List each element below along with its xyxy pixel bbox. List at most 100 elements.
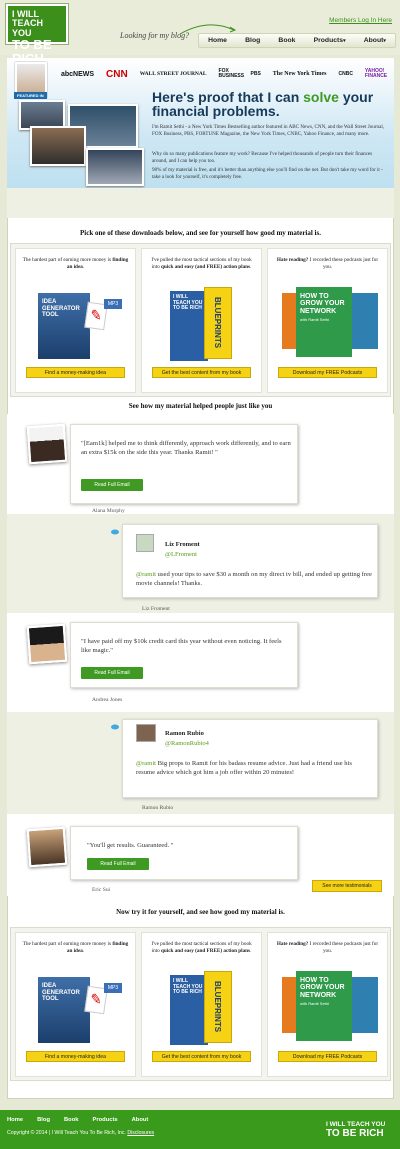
testimonial-quote: "[Eam1k] helped me to think differently,… [81, 440, 291, 457]
find-idea-button[interactable]: Find a money-making idea [26, 367, 125, 378]
download-card-book: I've pulled the most tactical sections o… [141, 932, 262, 1077]
footer-nav-about[interactable]: About [132, 1117, 149, 1123]
podcasts-button[interactable]: Download my FREE Podcasts [278, 1051, 377, 1062]
avatar-alana [26, 423, 68, 465]
download-card-podcast: Hate reading? I recorded these podcasts … [267, 932, 388, 1077]
footer-logo[interactable]: I WILL TEACH YOU TO BE RICH [326, 1121, 392, 1139]
press-paragraph-1: I'm Ramit Sethi - a New York Times Bests… [152, 124, 385, 137]
testimonial-name: Alana Murphy [92, 508, 125, 514]
divider-band [7, 188, 394, 218]
footer-nav-products[interactable]: Products [93, 1117, 118, 1123]
tweet-handle-link[interactable]: @LFroment [165, 551, 197, 558]
chevron-down-icon: ▾ [383, 38, 386, 44]
headline-accent: solve [303, 89, 339, 105]
download-card-idea: The hardest part of earning more money i… [15, 248, 136, 393]
copyright-text: Copyright © 2014 | I Will Teach You To B… [7, 1130, 126, 1136]
downloads-title-bottom: Now try it for yourself, and see how goo… [116, 908, 285, 916]
twitter-bird-icon [111, 529, 119, 535]
testimonial-name: Ramon Rubio [142, 805, 174, 811]
read-full-email-button[interactable]: Read Full Email [81, 667, 143, 679]
testimonial-name: Liz Froment [142, 606, 170, 612]
nav-blog[interactable]: Blog [245, 37, 260, 44]
cnbc-logo: CNBC [338, 71, 353, 77]
press-paragraph-3: 98% of my material is free, and it's bet… [152, 167, 383, 180]
download-text: The hardest part of earning more money i… [22, 941, 129, 954]
mention-link[interactable]: @ramit [136, 760, 156, 767]
nyt-logo: The New York Times [272, 71, 327, 77]
press-photo-4 [86, 148, 144, 186]
testimonial-name: Andrea Jones [92, 697, 123, 703]
downloads-title-top: Pick one of these downloads below, and s… [80, 229, 321, 237]
press-photo-3 [30, 126, 86, 166]
testimonial-quote: "You'll get results. Guaranteed. " [87, 842, 174, 849]
testimonial-name: Eric Sui [92, 887, 111, 893]
download-text: Hate reading? I recorded these podcasts … [276, 941, 379, 954]
download-text: I've pulled the most tactical sections o… [151, 257, 252, 270]
testimonial-quote: "I have paid off my $10k credit card thi… [81, 638, 282, 655]
main-nav: Home Blog Book Products▾ About▾ [198, 33, 396, 48]
mp3-badge: MP3 [104, 983, 122, 993]
chevron-down-icon: ▾ [343, 38, 346, 44]
copyright: Copyright © 2014 | I Will Teach You To B… [7, 1130, 154, 1136]
testimonial-card: "You'll get results. Guaranteed. " Read … [70, 826, 298, 880]
avatar-andrea [26, 623, 68, 665]
book-content-button[interactable]: Get the best content from my book [152, 367, 251, 378]
footer-nav-home[interactable]: Home [7, 1117, 23, 1123]
download-card-idea: The hardest part of earning more money i… [15, 932, 136, 1077]
fox-business-logo: FOX BUSINESS [218, 68, 245, 79]
members-login-link[interactable]: Members Log In Here [329, 17, 392, 24]
download-text: I've pulled the most tactical sections o… [151, 941, 252, 954]
footer-nav-blog[interactable]: Blog [37, 1117, 50, 1123]
tweet-handle-link[interactable]: @RamonRubio4 [165, 740, 209, 747]
nav-about-label: About [363, 37, 384, 44]
proof-headline: Here's proof that I can solve your finan… [152, 90, 388, 118]
nav-products-label: Products [313, 37, 344, 44]
nav-book[interactable]: Book [278, 37, 295, 44]
nav-about[interactable]: About▾ [364, 37, 386, 44]
footer-logo-line2: TO BE RICH [326, 1127, 384, 1139]
press-logos: abcNEWS CNN WALL STREET JOURNAL FOX BUSI… [55, 63, 393, 85]
footer-nav-book[interactable]: Book [64, 1117, 79, 1123]
footer-nav: Home Blog Book Products About [7, 1117, 148, 1123]
footer: Home Blog Book Products About Copyright … [0, 1110, 400, 1149]
twitter-bird-icon [111, 724, 119, 730]
nav-products[interactable]: Products▾ [314, 37, 346, 44]
see-more-testimonials-button[interactable]: See more testimonials [312, 880, 382, 892]
tweet-avatar [136, 724, 156, 742]
book-content-button[interactable]: Get the best content from my book [152, 1051, 251, 1062]
yahoo-finance-logo: YAHOO! FINANCE [364, 68, 388, 79]
tweet-card: Liz Froment @LFroment @ramit used your t… [122, 524, 378, 598]
download-card-podcast: Hate reading? I recorded these podcasts … [267, 248, 388, 393]
blueprints-cover: BLUEPRINTS [204, 971, 232, 1043]
tweet-display-name: Liz Froment [165, 541, 200, 548]
find-idea-button[interactable]: Find a money-making idea [26, 1051, 125, 1062]
tweet-text: @ramit Big props to Ramit for his badass… [136, 760, 352, 777]
wsj-logo: WALL STREET JOURNAL [139, 71, 207, 77]
header: I WILL TEACH YOU TO BE RICH Looking for … [0, 0, 400, 65]
cnn-logo: CNN [106, 68, 128, 80]
podcast-cover: HOW TO GROW YOUR NETWORK with Ramit Sethi [296, 287, 352, 357]
mp3-badge: MP3 [104, 299, 122, 309]
featured-in-label: FEATURED IN [14, 92, 47, 99]
testimonial-card: "[Eam1k] helped me to think differently,… [70, 424, 298, 504]
tweet-avatar [136, 534, 154, 552]
testimonials-title: See how my material helped people just l… [128, 402, 273, 410]
idea-generator-cover: IDEA GENERATOR TOOL [38, 293, 90, 359]
disclosures-link[interactable]: Disclosures [127, 1130, 154, 1136]
site-logo[interactable]: I WILL TEACH YOU TO BE RICH [6, 4, 68, 65]
downloads-block-top: The hardest part of earning more money i… [10, 243, 391, 397]
press-paragraph-2: Why do so many publications feature my w… [152, 151, 373, 164]
download-text: The hardest part of earning more money i… [22, 257, 129, 270]
testimonial-card: "I have paid off my $10k credit card thi… [70, 622, 298, 688]
read-full-email-button[interactable]: Read Full Email [81, 479, 143, 491]
mention-link[interactable]: @ramit [136, 571, 156, 578]
avatar-eric [26, 826, 68, 868]
read-full-email-button[interactable]: Read Full Email [87, 858, 149, 870]
idea-generator-cover: IDEA GENERATOR TOOL [38, 977, 90, 1043]
download-text: Hate reading? I recorded these podcasts … [276, 257, 379, 270]
abc-news-logo: abcNEWS [60, 70, 95, 78]
blueprints-cover: BLUEPRINTS [204, 287, 232, 359]
podcasts-button[interactable]: Download my FREE Podcasts [278, 367, 377, 378]
nav-home[interactable]: Home [208, 37, 227, 44]
tweet-card: Ramon Rubio @RamonRubio4 @ramit Big prop… [122, 719, 378, 798]
